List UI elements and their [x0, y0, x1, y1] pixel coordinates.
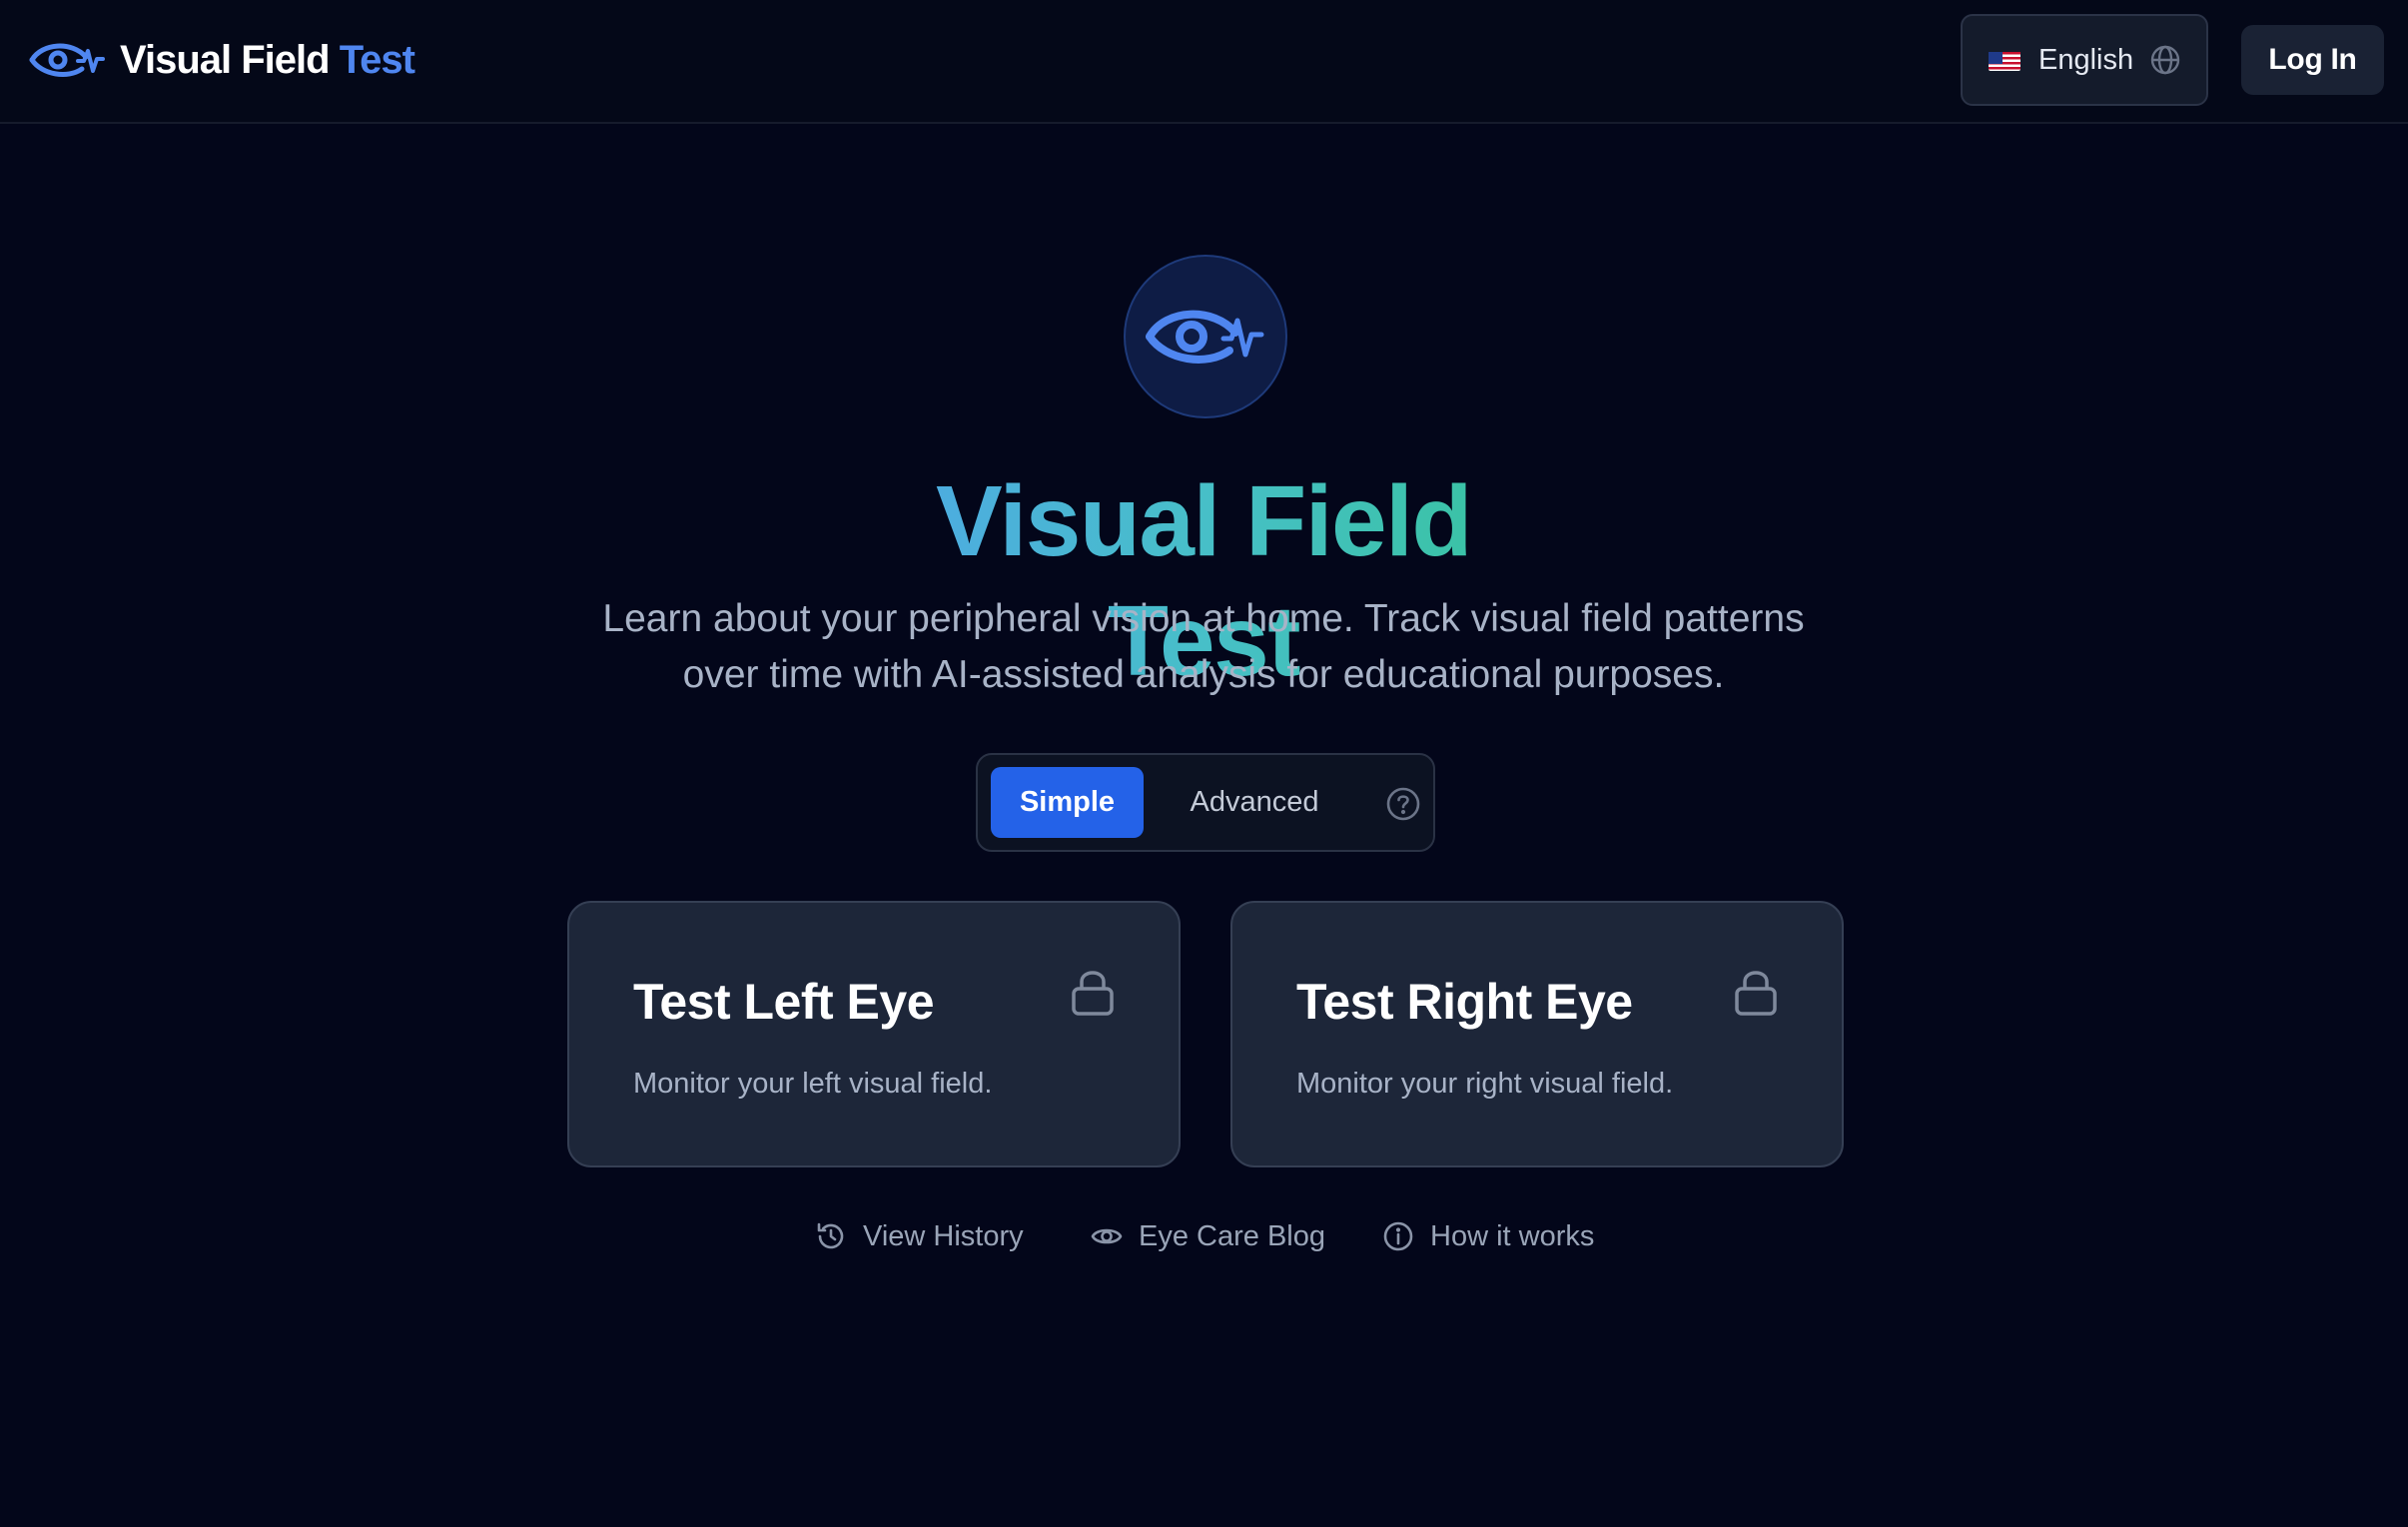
- language-selector[interactable]: English: [1961, 14, 2208, 106]
- subtitle-line-1: Learn about your peripheral vision at ho…: [602, 597, 1805, 640]
- mode-advanced-button[interactable]: Advanced: [1170, 767, 1339, 838]
- card-description: Monitor your right visual field.: [1296, 1068, 1674, 1100]
- us-flag-icon: [1989, 49, 2020, 71]
- login-button[interactable]: Log In: [2241, 25, 2384, 95]
- card-title: Test Right Eye: [1296, 974, 1633, 1030]
- link-label: Eye Care Blog: [1139, 1219, 1325, 1252]
- page: Visual Field Test English Log In Visual …: [0, 0, 2408, 1527]
- secondary-links: View History Eye Care Blog How it works: [0, 1208, 2408, 1264]
- card-title: Test Left Eye: [633, 974, 935, 1030]
- view-history-link[interactable]: View History: [815, 1208, 1024, 1264]
- eye-care-blog-link[interactable]: Eye Care Blog: [1091, 1208, 1325, 1264]
- brand-name: Visual Field Test: [120, 37, 415, 83]
- link-label: View History: [863, 1219, 1024, 1252]
- help-circle-icon[interactable]: [1385, 786, 1421, 822]
- brand-logo-link[interactable]: Visual Field Test: [28, 28, 415, 92]
- subtitle-line-2: over time with AI-assisted analysis for …: [682, 653, 1725, 696]
- history-icon: [817, 1222, 844, 1249]
- info-icon: [1383, 1221, 1413, 1251]
- language-label: English: [2038, 43, 2134, 76]
- top-nav: Visual Field Test English Log In: [0, 0, 2408, 124]
- page-subtitle: Learn about your peripheral vision at ho…: [554, 591, 1853, 703]
- test-left-eye-card[interactable]: Test Left Eye Monitor your left visual f…: [567, 901, 1181, 1167]
- eye-pulse-icon: [1146, 310, 1264, 364]
- brand-name-accent: Test: [339, 37, 415, 82]
- mode-simple-button[interactable]: Simple: [991, 767, 1144, 838]
- eye-icon: [1091, 1228, 1123, 1244]
- how-it-works-link[interactable]: How it works: [1382, 1208, 1594, 1264]
- lock-icon: [1071, 969, 1115, 1017]
- brand-name-primary: Visual Field: [120, 37, 331, 82]
- hero-eye-logo: [1124, 255, 1287, 418]
- test-right-eye-card[interactable]: Test Right Eye Monitor your right visual…: [1230, 901, 1844, 1167]
- link-label: How it works: [1430, 1219, 1595, 1252]
- mode-toggle: Simple Advanced: [976, 753, 1435, 852]
- card-description: Monitor your left visual field.: [633, 1068, 993, 1100]
- globe-icon: [2149, 44, 2181, 76]
- eye-pulse-logo-icon: [28, 30, 106, 90]
- lock-icon: [1734, 969, 1778, 1017]
